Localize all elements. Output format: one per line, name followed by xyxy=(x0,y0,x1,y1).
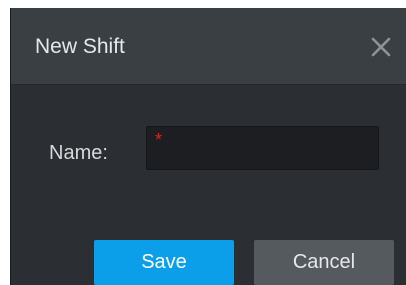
dialog-title: New Shift xyxy=(35,35,125,58)
required-mark: * xyxy=(155,130,163,150)
name-field[interactable]: * xyxy=(146,126,379,171)
cancel-button[interactable]: Cancel xyxy=(254,240,394,285)
dialog-titlebar: New Shift xyxy=(11,8,406,85)
new-shift-dialog: New Shift Name: * Save Cancel xyxy=(10,8,406,285)
name-label: Name: xyxy=(49,142,108,164)
save-button[interactable]: Save xyxy=(94,240,234,285)
name-input[interactable] xyxy=(169,127,378,171)
close-button[interactable] xyxy=(364,30,398,64)
close-icon xyxy=(371,37,391,57)
